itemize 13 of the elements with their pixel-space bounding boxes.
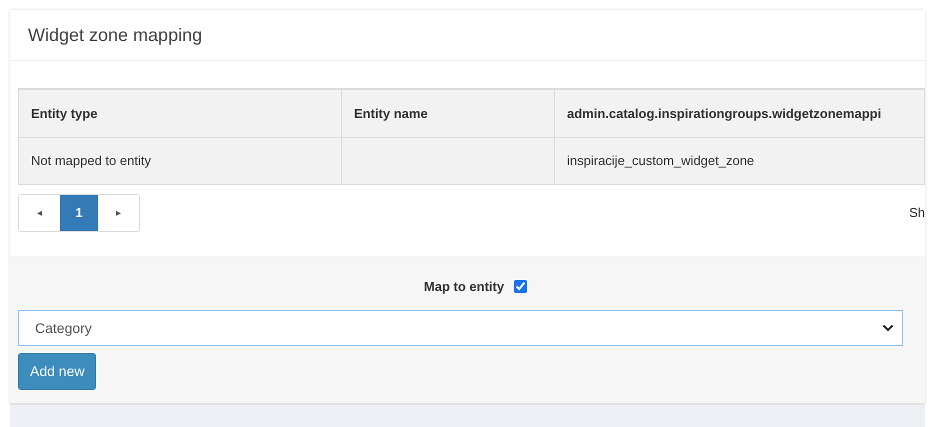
card-title: Widget zone mapping	[28, 24, 202, 46]
column-header: Entity name	[342, 89, 554, 137]
column-header: admin.catalog.inspirationgroups.widgetzonemappi	[554, 89, 924, 137]
pagination-info: Sh	[909, 205, 925, 220]
entity-select[interactable]: Category	[18, 310, 903, 346]
map-checkbox[interactable]	[514, 280, 528, 293]
column-header: Entity type	[18, 89, 342, 137]
add-new-button[interactable]: Add new	[18, 352, 96, 390]
checkbox-label: Map to entity	[424, 279, 504, 294]
table-cell: Not mapped to entity	[18, 137, 342, 184]
table-cell: inspiracije_custom_widget_zone	[554, 137, 924, 184]
page-button[interactable]: 1	[60, 194, 98, 230]
chevron-down-icon	[882, 324, 894, 332]
